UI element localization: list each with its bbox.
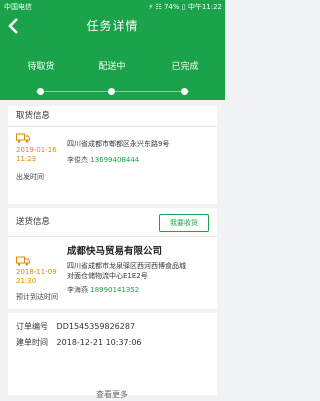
order-created-value: 2018-12-21 10:37:06 xyxy=(56,338,142,347)
delivery-company: 成都快马贸易有限公司 xyxy=(67,246,163,257)
pickup-contact-phone[interactable]: 13699408444 xyxy=(90,156,139,164)
pickup-info-card: 取货信息 2019-01-16 11:23 出发时间 四川省成都市郫都区永兴东路… xyxy=(8,106,217,204)
status-indicators: ⚡ ☷ 74% ▯ 中午11:22 xyxy=(148,3,222,11)
page-title: 任务详情 xyxy=(86,19,139,33)
progress-dot-delivery xyxy=(108,88,115,95)
order-created-label: 建单时间 xyxy=(16,338,48,347)
delivery-contact-phone[interactable]: 18990141352 xyxy=(90,286,139,294)
order-created-row: 建单时间 2018-12-21 10:37:06 xyxy=(16,337,142,348)
delivery-info-card: 送货信息 我要收货 成都快马贸易有限公司 2018-11-09 21:30 预计… xyxy=(8,208,217,309)
pickup-contact: 李俊杰 13699408444 xyxy=(67,155,139,165)
pickup-date: 2019-01-16 xyxy=(16,146,57,154)
confirm-receipt-button[interactable]: 我要收货 xyxy=(159,214,209,232)
delivery-time: 21:30 xyxy=(16,277,37,285)
tab-in-delivery[interactable]: 配送中 xyxy=(82,59,142,72)
view-more-button[interactable]: 查看更多 xyxy=(72,389,152,401)
carrier-label: 中国电信 xyxy=(4,3,32,11)
header-bar: 任务详情 xyxy=(0,14,225,38)
delivery-time-label: 预计到达时间 xyxy=(16,293,58,301)
pickup-time: 11:23 xyxy=(16,155,37,163)
order-info-card: 订单编号 DD1545359826287 建单时间 2018-12-21 10:… xyxy=(8,313,217,395)
progress-dot-completed xyxy=(181,88,188,95)
delivery-address-line1: 四川省成都市龙泉驿区西河西博食品城 xyxy=(67,262,186,270)
pickup-time-label: 出发时间 xyxy=(16,173,44,181)
truck-icon xyxy=(16,133,30,143)
delivery-date: 2018-11-09 xyxy=(16,268,57,276)
delivery-address-line2: 对面仓储物流中心E1E2号 xyxy=(67,272,148,280)
order-number-label: 订单编号 xyxy=(16,322,48,331)
delivery-contact-name: 李海燕 xyxy=(67,286,88,294)
status-tabs: 待取货 配送中 已完成 xyxy=(0,38,225,100)
tab-completed[interactable]: 已完成 xyxy=(155,59,215,72)
order-number-value: DD1545359826287 xyxy=(56,322,136,331)
pickup-title: 取货信息 xyxy=(8,106,217,127)
status-bar: 中国电信 ⚡ ☷ 74% ▯ 中午11:22 xyxy=(0,0,225,14)
order-number-row: 订单编号 DD1545359826287 xyxy=(16,321,135,332)
pickup-address: 四川省成都市郫都区永兴东路9号 xyxy=(67,140,170,148)
tab-pending-pickup[interactable]: 待取货 xyxy=(11,59,71,72)
pickup-contact-name: 李俊杰 xyxy=(67,156,88,164)
delivery-contact: 李海燕 18990141352 xyxy=(67,285,139,295)
progress-dot-pending xyxy=(37,88,44,95)
truck-icon xyxy=(16,256,30,266)
